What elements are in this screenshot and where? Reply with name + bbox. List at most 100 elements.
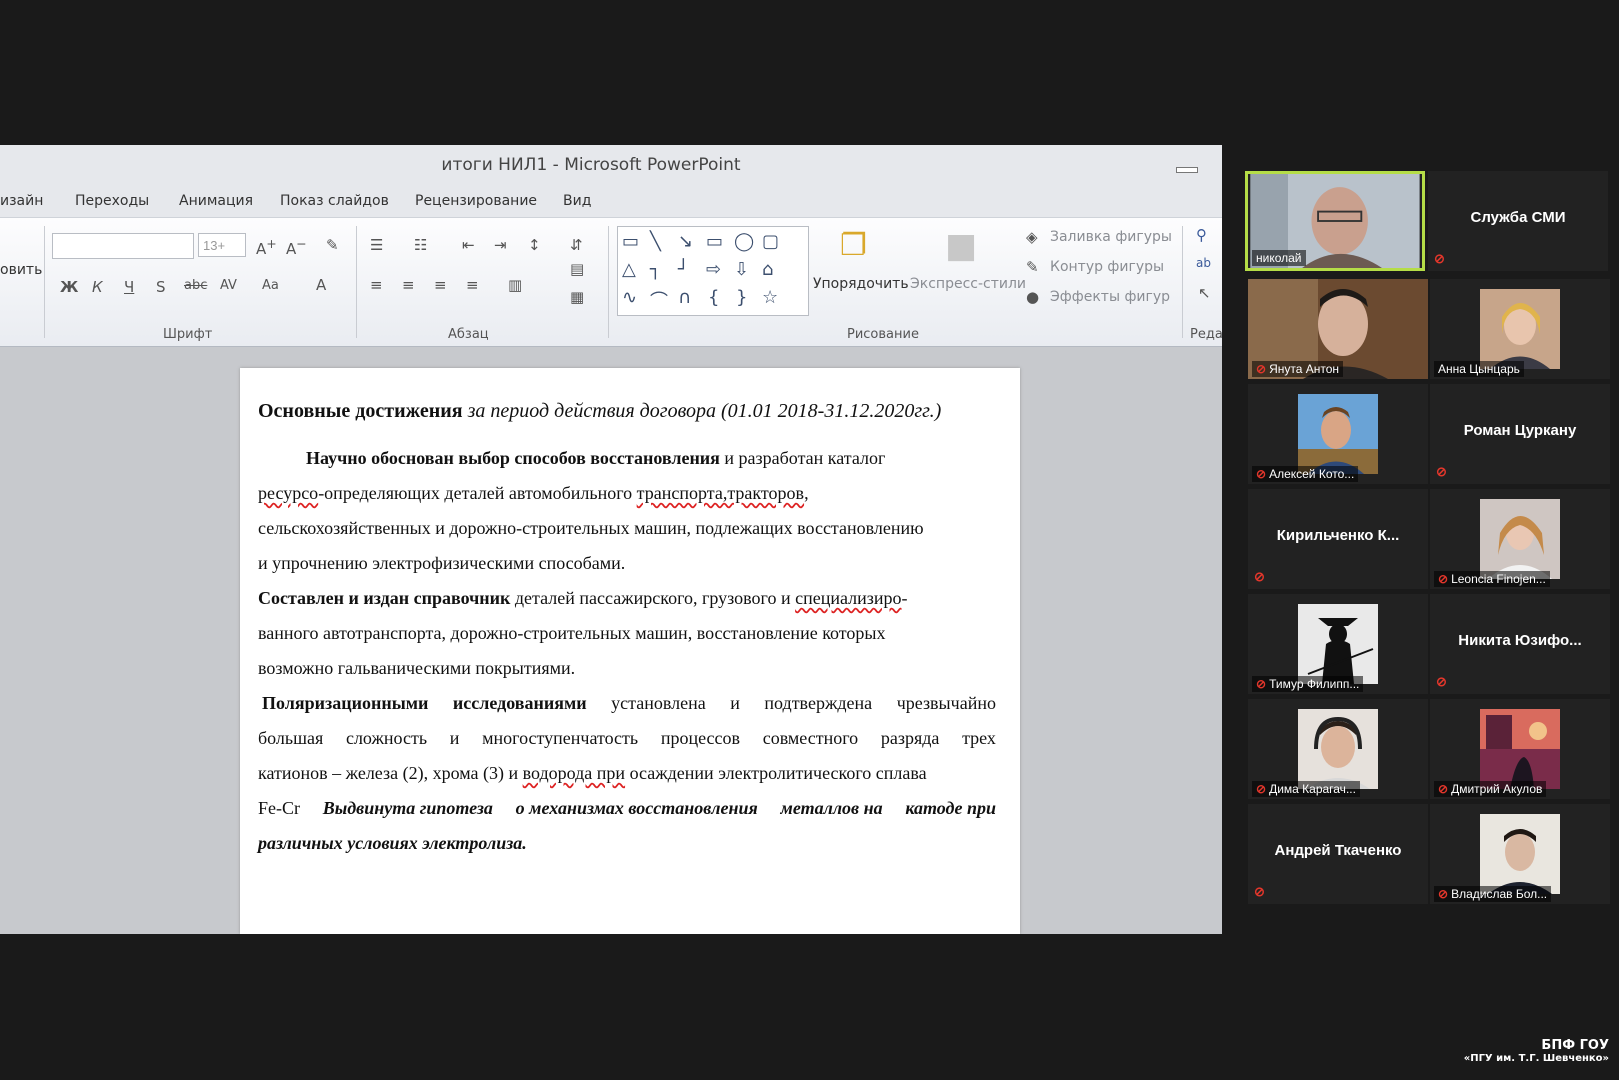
- slide-line: ресурсо-определяющих деталей автомобильн…: [258, 483, 809, 504]
- line-spacing-icon[interactable]: ↕: [528, 236, 541, 254]
- replace-icon[interactable]: ab: [1196, 256, 1211, 270]
- participant-tile[interactable]: ⊘ Владислав Бол...: [1430, 804, 1610, 904]
- muted-mic-icon: ⊘: [1254, 569, 1265, 584]
- slide-line: ванного автотранспорта, дорожно-строител…: [258, 623, 886, 643]
- tab-review[interactable]: Рецензирование: [415, 193, 537, 209]
- text-run: и: [730, 693, 740, 713]
- strikethrough-icon[interactable]: abc: [184, 278, 207, 293]
- participant-tile[interactable]: ⊘ Дима Карагач...: [1248, 699, 1428, 799]
- right-arrow-shape-icon[interactable]: ⇨: [706, 259, 721, 280]
- curve-shape-icon[interactable]: ∩: [678, 287, 691, 308]
- find-icon[interactable]: ⚲: [1196, 226, 1207, 244]
- elbow-connector-icon[interactable]: ┐: [650, 259, 661, 280]
- columns-icon[interactable]: ▥: [508, 276, 522, 294]
- participant-name: ⊘ Алексей Кото...: [1252, 466, 1359, 482]
- slide-line: Научно обоснован выбор способов восстано…: [306, 448, 885, 469]
- increase-indent-icon[interactable]: ⇥: [494, 236, 507, 254]
- select-icon[interactable]: ↖: [1198, 284, 1211, 302]
- shape-outline-button[interactable]: Контур фигуры: [1050, 259, 1164, 275]
- oval-shape-icon[interactable]: ◯: [734, 231, 754, 252]
- participant-tile[interactable]: ⊘ Тимур Филипп...: [1248, 594, 1428, 694]
- text-direction-icon[interactable]: ⇵: [570, 236, 583, 254]
- participant-name-text: Алексей Кото...: [1269, 467, 1355, 481]
- decrease-indent-icon[interactable]: ⇤: [462, 236, 475, 254]
- participant-name: ⊘ Тимур Филипп...: [1252, 676, 1364, 692]
- grow-font-icon[interactable]: A+: [256, 236, 277, 258]
- group-paragraph-label: Абзац: [448, 327, 489, 342]
- text-run: трех: [962, 728, 996, 748]
- participant-tile[interactable]: Никита Юзифо... ⊘: [1430, 594, 1610, 694]
- shape-effects-icon: ●: [1026, 288, 1040, 306]
- down-arrow-shape-icon[interactable]: ⇩: [734, 259, 749, 280]
- tab-transitions[interactable]: Переходы: [75, 193, 149, 209]
- arrange-button[interactable]: Упорядочить: [813, 276, 909, 292]
- quick-styles-button[interactable]: Экспресс-стили: [910, 276, 1026, 292]
- triangle-shape-icon[interactable]: △: [622, 259, 636, 280]
- scribble-shape-icon[interactable]: ∿: [622, 287, 637, 308]
- font-color-icon[interactable]: A: [316, 276, 326, 294]
- rectangle-shape-icon[interactable]: ▭: [706, 231, 723, 252]
- shapes-gallery[interactable]: ▭ ╲ ↘ ▭ ◯ ▢ △ ┐ ┘ ⇨ ⇩ ⌂ ∿ ⌒ ∩ { } ☆: [617, 226, 809, 316]
- watermark-line2: «ПГУ им. Т.Г. Шевченко»: [1463, 1053, 1609, 1064]
- arc-shape-icon[interactable]: ⌒: [650, 287, 668, 313]
- participant-tile-nikolai[interactable]: николай: [1245, 171, 1425, 271]
- font-name-field[interactable]: [52, 233, 194, 259]
- shrink-font-icon[interactable]: A−: [286, 236, 307, 258]
- slide-line: сельскохозяйственных и дорожно-строитель…: [258, 518, 924, 538]
- participant-tile[interactable]: Анна Цынцарь: [1430, 279, 1610, 379]
- paste-button-label[interactable]: овить: [0, 262, 42, 278]
- tab-slideshow[interactable]: Показ слайдов: [280, 193, 389, 209]
- tab-animation[interactable]: Анимация: [179, 193, 253, 209]
- muted-mic-icon: ⊘: [1438, 887, 1449, 901]
- align-text-icon[interactable]: ▤: [570, 260, 584, 278]
- participant-tile[interactable]: Роман Цуркану ⊘: [1430, 384, 1610, 484]
- participant-tile[interactable]: Кирильченко К... ⊘: [1248, 489, 1428, 589]
- align-center-icon[interactable]: ≡: [402, 276, 415, 294]
- participant-name-text: Владислав Бол...: [1451, 887, 1548, 901]
- star-shape-icon[interactable]: ☆: [762, 287, 778, 308]
- participant-tile[interactable]: Андрей Ткаченко ⊘: [1248, 804, 1428, 904]
- text-run: Выдвинута гипотеза: [322, 798, 493, 818]
- participant-name: николай: [1252, 250, 1306, 266]
- participant-tile[interactable]: ⊘ Дмитрий Акулов: [1430, 699, 1610, 799]
- textbox-shape-icon[interactable]: ▭: [622, 231, 639, 252]
- right-brace-shape-icon[interactable]: }: [736, 287, 747, 308]
- bullets-icon[interactable]: ☰: [370, 236, 383, 254]
- participant-tile[interactable]: ⊘ Янута Антон: [1248, 279, 1428, 379]
- font-size-field[interactable]: 13+: [198, 233, 246, 257]
- align-left-icon[interactable]: ≡: [370, 276, 383, 294]
- underline-icon[interactable]: Ч: [124, 278, 134, 296]
- spacing-icon[interactable]: AV: [220, 278, 237, 293]
- italic-icon[interactable]: К: [92, 278, 103, 296]
- participant-avatar: [1298, 709, 1378, 789]
- shadow-icon[interactable]: S: [156, 278, 166, 296]
- arrow-line-shape-icon[interactable]: ↘: [678, 231, 693, 252]
- participant-tile[interactable]: ⊘ Leoncia Finojen...: [1430, 489, 1610, 589]
- participant-name: Никита Юзифо...: [1458, 632, 1582, 649]
- participant-name: Кирильченко К...: [1276, 527, 1400, 544]
- change-case-icon[interactable]: Aa: [262, 278, 279, 293]
- shape-effects-button[interactable]: Эффекты фигур: [1050, 289, 1170, 305]
- clear-format-icon[interactable]: ✎: [326, 236, 339, 254]
- tab-design[interactable]: изайн: [0, 193, 43, 209]
- tab-view[interactable]: Вид: [563, 193, 591, 209]
- rounded-rect-shape-icon[interactable]: ▢: [762, 231, 779, 252]
- smartart-icon[interactable]: ▦: [570, 288, 584, 306]
- left-brace-shape-icon[interactable]: {: [708, 287, 719, 308]
- text-run: подтверждена: [764, 693, 873, 713]
- bold-icon[interactable]: Ж: [60, 278, 78, 296]
- align-right-icon[interactable]: ≡: [434, 276, 447, 294]
- participant-tile[interactable]: Служба СМИ ⊘: [1428, 171, 1608, 271]
- numbering-icon[interactable]: ☷: [414, 236, 427, 254]
- shape-fill-button[interactable]: Заливка фигуры: [1050, 229, 1172, 245]
- participant-tile[interactable]: ⊘ Алексей Кото...: [1248, 384, 1428, 484]
- elbow-arrow-icon[interactable]: ┘: [678, 259, 689, 280]
- slide-line: катионов – железа (2), хрома (3) и водор…: [258, 763, 927, 784]
- minimize-button[interactable]: [1176, 167, 1198, 173]
- justify-icon[interactable]: ≡: [466, 276, 479, 294]
- powerpoint-titlebar: итоги НИЛ1 - Microsoft PowerPoint: [0, 145, 1222, 185]
- line-shape-icon[interactable]: ╲: [650, 231, 661, 252]
- freeform-shape-icon[interactable]: ⌂: [762, 259, 773, 280]
- text-run: разряда: [880, 728, 940, 748]
- muted-mic-icon: ⊘: [1256, 467, 1267, 481]
